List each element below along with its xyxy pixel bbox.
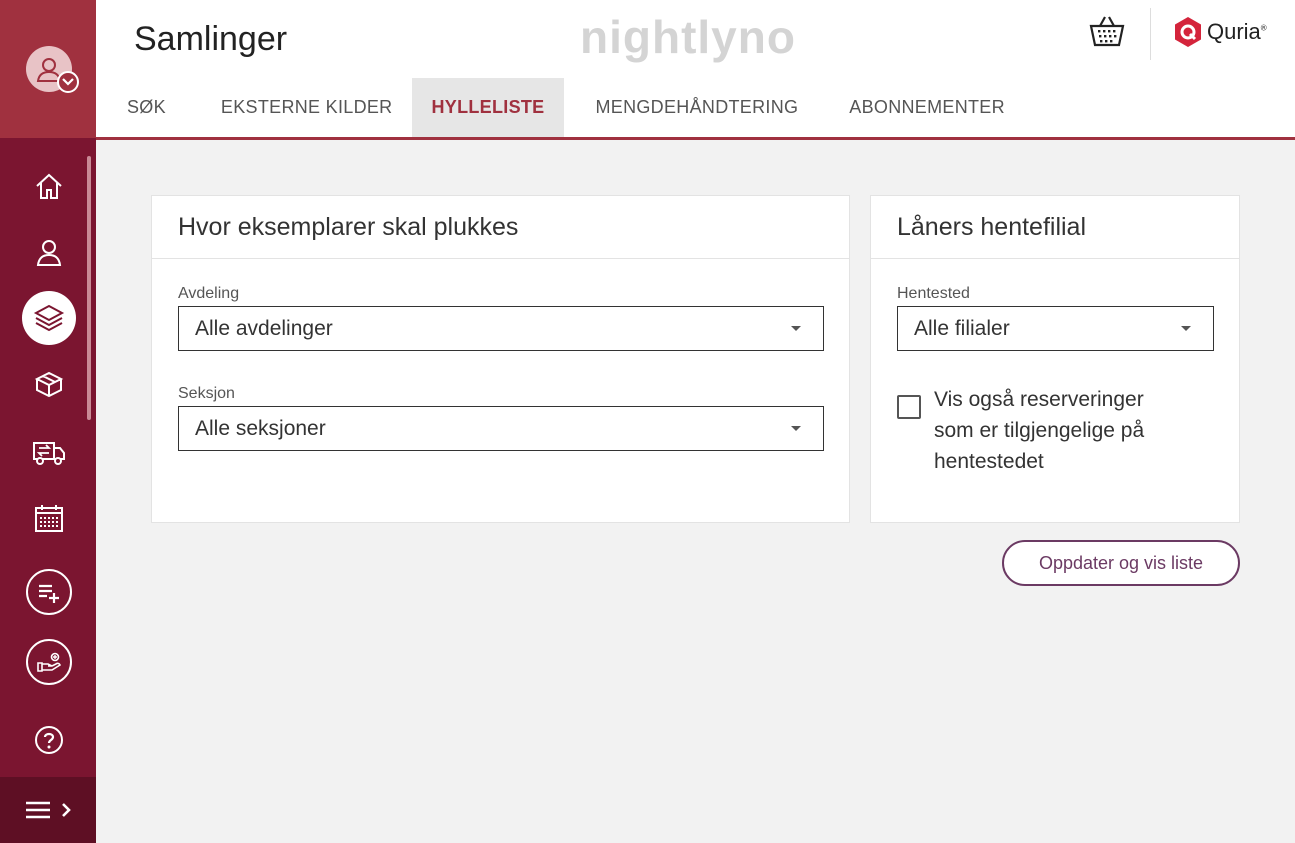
expand-menu-button[interactable] (0, 777, 96, 843)
hamburger-icon (26, 801, 50, 819)
sidebar-scrollbar[interactable] (87, 156, 91, 420)
tab-bar: SØK EKSTERNE KILDER HYLLELISTE MENGDEHÅN… (96, 78, 1025, 137)
quria-logo-icon (1175, 17, 1201, 47)
pickup-location-select-value: Alle filialer (914, 316, 1010, 340)
layers-icon[interactable] (22, 291, 76, 345)
environment-watermark: nightlyno (580, 11, 796, 63)
brand-name: Quria® (1207, 19, 1267, 44)
pickup-branch-card: Låners hentefilial Hentested Alle filial… (870, 195, 1240, 523)
checkbox-label-line: hentestedet (934, 450, 1044, 473)
pickup-branch-card-title: Låners hentefilial (871, 196, 1239, 259)
page-title: Samlinger (134, 20, 288, 58)
checkbox-label-line: som er tilgjengelige på (934, 419, 1145, 442)
tab-mengdehandtering[interactable]: MENGDEHÅNDTERING (564, 78, 823, 137)
department-label: Avdeling (178, 285, 240, 302)
profile-menu-chevron-icon[interactable] (57, 71, 79, 93)
tab-eksterne-kilder[interactable]: EKSTERNE KILDER (192, 78, 413, 137)
help-icon[interactable] (22, 713, 76, 767)
section-select-value: Alle seksjoner (195, 416, 326, 440)
update-and-show-list-button[interactable]: Oppdater og vis liste (1002, 540, 1240, 586)
calendar-icon[interactable] (22, 491, 76, 545)
department-select-value: Alle avdelinger (195, 316, 333, 340)
sidebar (0, 0, 96, 843)
show-available-reservations-checkbox[interactable] (897, 395, 921, 419)
caret-down-icon (791, 326, 801, 331)
home-icon[interactable] (22, 159, 76, 213)
add-list-icon[interactable] (22, 565, 76, 619)
tab-sok[interactable]: SØK (96, 78, 192, 137)
pickup-location-select[interactable]: Alle filialer (897, 306, 1214, 351)
pickup-location-label: Hentested (897, 285, 970, 302)
section-select[interactable]: Alle seksjoner (178, 406, 824, 451)
caret-down-icon (791, 426, 801, 431)
header-divider (1150, 8, 1151, 60)
transfer-truck-icon[interactable] (22, 425, 76, 479)
box-icon[interactable] (22, 357, 76, 411)
brand-logo: Quria® (1174, 16, 1267, 48)
pick-location-card: Hvor eksemplarer skal plukkes Avdeling A… (151, 195, 850, 523)
chevron-right-icon (62, 803, 71, 817)
checkbox-label-line: Vis også reserveringer (934, 388, 1144, 411)
user-icon[interactable] (22, 225, 76, 279)
hand-give-icon[interactable] (22, 635, 76, 689)
section-label: Seksjon (178, 385, 235, 402)
department-select[interactable]: Alle avdelinger (178, 306, 824, 351)
show-available-reservations-label[interactable]: Vis også reserveringer som er tilgjengel… (934, 384, 1144, 477)
pick-location-card-title: Hvor eksemplarer skal plukkes (152, 196, 849, 259)
tab-hylleliste[interactable]: HYLLELISTE (412, 78, 565, 137)
tab-abonnementer[interactable]: ABONNEMENTER (823, 78, 1025, 137)
basket-icon[interactable] (1089, 14, 1125, 50)
caret-down-icon (1181, 326, 1191, 331)
header: Samlinger nightlyno Quria® SØK EKSTERNE … (96, 0, 1295, 140)
